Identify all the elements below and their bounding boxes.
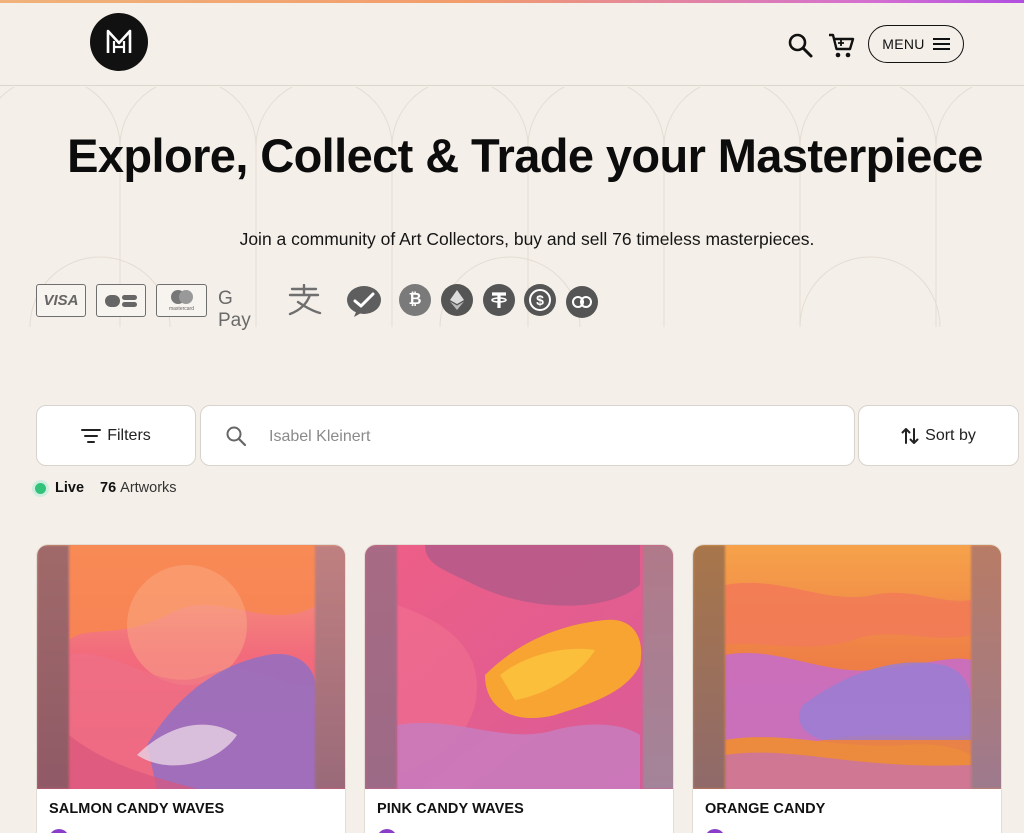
filters-button[interactable]: Filters xyxy=(36,405,196,466)
sort-button[interactable]: Sort by xyxy=(858,405,1019,466)
filters-label: Filters xyxy=(107,426,151,444)
menu-label: MENU xyxy=(882,36,925,52)
artist-avatar[interactable] xyxy=(49,829,69,833)
sort-label: Sort by xyxy=(925,426,976,444)
svg-text:$: $ xyxy=(536,292,544,308)
polygon-icon xyxy=(566,286,598,318)
artist-avatar[interactable] xyxy=(705,829,725,833)
logo-icon[interactable] xyxy=(90,13,148,71)
filter-icon xyxy=(81,428,102,443)
sort-icon xyxy=(901,427,919,444)
hamburger-icon xyxy=(932,38,950,50)
image-blur-right xyxy=(971,545,1001,789)
site-header: MENU xyxy=(0,3,1024,86)
image-blur-right xyxy=(315,545,345,789)
hero-title: Explore, Collect & Trade your Masterpiec… xyxy=(67,129,983,182)
artwork-title: ORANGE CANDY xyxy=(705,801,826,817)
artwork-image xyxy=(693,545,1001,789)
ethereum-icon xyxy=(441,284,473,316)
artwork-title: PINK CANDY WAVES xyxy=(377,801,524,817)
hero-subtitle: Join a community of Art Collectors, buy … xyxy=(239,229,815,249)
artwork-count-suffix: Artworks xyxy=(120,480,177,496)
google-pay-icon: G Pay xyxy=(218,288,251,331)
visa-icon: VISA xyxy=(36,284,86,317)
mastercard-icon: mastercard xyxy=(156,284,207,317)
bitcoin-icon: ₿ xyxy=(399,284,431,316)
live-label: Live xyxy=(55,480,85,496)
usdc-icon: $ xyxy=(524,284,556,316)
search-input[interactable] xyxy=(269,424,829,450)
artwork-card[interactable]: ORANGE CANDY xyxy=(692,544,1002,833)
search-icon xyxy=(226,426,247,447)
artwork-title: SALMON CANDY WAVES xyxy=(49,801,225,817)
tether-icon xyxy=(483,284,515,316)
cb-card-icon xyxy=(96,284,146,317)
wechat-pay-icon xyxy=(346,284,382,323)
alipay-icon xyxy=(286,283,322,321)
image-blur-right xyxy=(643,545,673,789)
search-icon[interactable] xyxy=(786,31,814,59)
image-blur-left xyxy=(37,545,69,789)
status-row: Live 76 Artworks xyxy=(32,478,177,498)
cart-icon[interactable] xyxy=(827,31,855,59)
artwork-image xyxy=(37,545,345,789)
artwork-count: 76 xyxy=(100,480,117,496)
artist-avatar[interactable] xyxy=(377,829,397,833)
artwork-card[interactable]: PINK CANDY WAVES xyxy=(364,544,674,833)
image-blur-left xyxy=(365,545,397,789)
menu-button[interactable]: MENU xyxy=(868,25,964,63)
search-field[interactable] xyxy=(200,405,855,466)
artwork-card[interactable]: SALMON CANDY WAVES xyxy=(36,544,346,833)
live-indicator-icon xyxy=(32,479,49,497)
image-blur-left xyxy=(693,545,725,789)
artwork-image xyxy=(365,545,673,789)
